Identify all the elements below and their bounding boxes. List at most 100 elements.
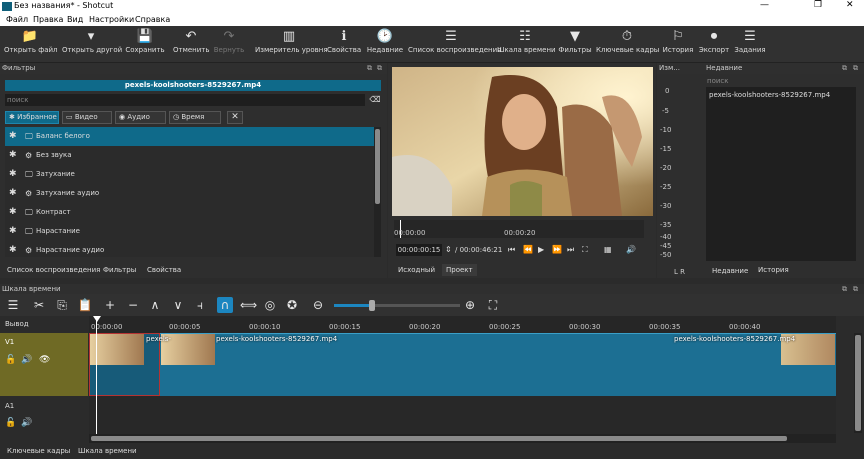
- recent-search-input[interactable]: поиск: [707, 77, 729, 85]
- scrollbar-thumb[interactable]: [375, 129, 380, 204]
- tab-keyframes[interactable]: Ключевые кадры: [7, 447, 70, 455]
- grid-icon[interactable]: ▦: [604, 244, 612, 256]
- list-item[interactable]: ✱ 🖵 Затухание: [5, 165, 375, 184]
- tab-audio[interactable]: ◉ Аудио: [115, 111, 166, 124]
- zoom-fit-icon[interactable]: ⛶: [485, 297, 501, 313]
- list-item[interactable]: ✱ 🖵 Контраст: [5, 203, 375, 222]
- scrollbar-thumb[interactable]: [855, 335, 861, 431]
- tab-history[interactable]: История: [758, 266, 789, 274]
- float-panel-icon[interactable]: ⧉: [842, 64, 847, 73]
- playhead-marker[interactable]: [93, 316, 101, 322]
- monitor-icon: 🖵: [25, 132, 33, 141]
- split-icon[interactable]: ⫞: [192, 297, 208, 313]
- list-item[interactable]: ✱ ⚙ Без звука: [5, 146, 375, 165]
- close-panel-icon[interactable]: ⧉: [853, 285, 858, 294]
- lock-icon[interactable]: 🔓: [5, 418, 16, 428]
- timeline-v-scrollbar[interactable]: [854, 333, 862, 433]
- export-button[interactable]: ⏺ Экспорт: [698, 28, 730, 61]
- open-file-button[interactable]: 📁 Открыть файл: [4, 28, 58, 61]
- scrollbar-thumb[interactable]: [91, 436, 787, 441]
- remove-filter-icon[interactable]: ✕: [227, 111, 243, 124]
- tab-time[interactable]: ◷ Время: [169, 111, 221, 124]
- timeline-ruler[interactable]: 00:00:00 00:00:05 00:00:10 00:00:15 00:0…: [89, 316, 836, 333]
- properties-button[interactable]: ℹ Свойства: [327, 28, 361, 61]
- list-item[interactable]: ✱ ⚙ Затухание аудио: [5, 184, 375, 203]
- snap-icon[interactable]: ∩: [217, 297, 233, 313]
- eye-icon[interactable]: 👁: [39, 355, 50, 365]
- menu-file[interactable]: Файл: [6, 15, 28, 24]
- timeline-h-scrollbar[interactable]: [89, 434, 836, 443]
- menu-settings[interactable]: Настройки: [89, 15, 134, 24]
- rewind-icon[interactable]: ⏪: [523, 244, 533, 256]
- minimize-button[interactable]: —: [760, 0, 769, 10]
- volume-icon[interactable]: 🔊: [626, 244, 636, 256]
- tab-recent[interactable]: Недавние: [712, 267, 748, 275]
- tab-timeline[interactable]: Шкала времени: [78, 447, 137, 455]
- mute-icon[interactable]: 🔊: [21, 355, 32, 365]
- play-icon[interactable]: ▶: [538, 244, 544, 256]
- close-button[interactable]: ✕: [846, 0, 854, 10]
- list-item[interactable]: ✱ 🖵 Нарастание: [5, 222, 375, 241]
- tab-playlist[interactable]: Список воспроизведения: [7, 266, 100, 274]
- tab-project[interactable]: Проект: [442, 264, 477, 276]
- lock-icon[interactable]: 🔓: [5, 355, 16, 365]
- overwrite-icon[interactable]: ∨: [170, 297, 186, 313]
- list-item[interactable]: ✱ ⚙ Нарастание аудио: [5, 241, 375, 257]
- paste-icon[interactable]: 📋: [77, 297, 93, 313]
- timeline-button[interactable]: ☷ Шкала времени: [497, 28, 556, 61]
- lift-icon[interactable]: ∧: [147, 297, 163, 313]
- copy-icon[interactable]: ⎘: [54, 297, 70, 313]
- menu-edit[interactable]: Правка: [33, 15, 63, 24]
- track-header-v1[interactable]: V1 🔓 🔊 👁: [0, 333, 88, 396]
- tab-favorites[interactable]: ✱ Избранное: [5, 111, 59, 124]
- current-time-field[interactable]: 00:00:00:15: [396, 244, 442, 256]
- list-item[interactable]: ✱ 🖵 Баланс белого: [5, 127, 375, 146]
- save-button[interactable]: 💾 Сохранить: [124, 28, 166, 61]
- clear-search-icon[interactable]: ⌫: [369, 94, 381, 106]
- tab-video[interactable]: ▭ Видео: [62, 111, 112, 124]
- menu-view[interactable]: Вид: [67, 15, 83, 24]
- zoom-icon[interactable]: ⛶: [582, 244, 588, 256]
- ripple-icon[interactable]: ◎: [262, 297, 278, 313]
- level-meter-button[interactable]: ▥ Измеритель уровня: [255, 28, 328, 61]
- tab-properties[interactable]: Свойства: [147, 266, 181, 274]
- list-item[interactable]: pexels-koolshooters-8529267.mp4: [709, 91, 830, 99]
- filters-button[interactable]: ▼ Фильтры: [558, 28, 592, 61]
- fast-forward-icon[interactable]: ⏩: [552, 244, 562, 256]
- zoom-out-icon[interactable]: ⊖: [310, 297, 326, 313]
- skip-next-icon[interactable]: ⏭: [567, 244, 574, 256]
- float-panel-icon[interactable]: ⧉: [842, 285, 847, 294]
- float-panel-icon[interactable]: ⧉: [367, 64, 372, 73]
- filter-list-scrollbar[interactable]: [374, 127, 381, 257]
- keyframes-button[interactable]: ⏱ Ключевые кадры: [596, 28, 659, 61]
- player-ruler[interactable]: 00:00:00 00:00:20: [394, 220, 644, 238]
- close-panel-icon[interactable]: ⧉: [853, 64, 858, 73]
- redo-button[interactable]: ↷ Вернуть: [212, 28, 246, 61]
- undo-button[interactable]: ↶ Отменить: [173, 28, 210, 61]
- zoom-in-icon[interactable]: ⊕: [462, 297, 478, 313]
- jobs-button[interactable]: ☰ Задания: [734, 28, 766, 61]
- remove-icon[interactable]: −: [125, 297, 141, 313]
- recent-button[interactable]: 🕑 Недавние: [366, 28, 404, 61]
- tab-filters[interactable]: Фильтры: [103, 266, 136, 274]
- ripple-all-icon[interactable]: ✪: [284, 297, 300, 313]
- scrub-icon[interactable]: ⟺: [240, 297, 257, 313]
- mute-icon[interactable]: 🔊: [21, 418, 32, 428]
- timeline-playhead[interactable]: [96, 316, 97, 434]
- track-header-a1[interactable]: A1 🔓 🔊: [0, 396, 88, 434]
- zoom-slider[interactable]: [334, 300, 460, 311]
- timeline-menu-icon[interactable]: ☰: [5, 297, 21, 313]
- close-panel-icon[interactable]: ⧉: [377, 64, 382, 73]
- append-icon[interactable]: +: [102, 297, 118, 313]
- tab-source[interactable]: Исходный: [398, 266, 435, 274]
- time-spinner-icon[interactable]: ⇕: [445, 244, 452, 256]
- skip-previous-icon[interactable]: ⏮: [508, 244, 515, 256]
- open-other-button[interactable]: ▾ Открыть другой: [62, 28, 122, 61]
- playlist-button[interactable]: ☰ Список воспроизведения: [408, 28, 501, 61]
- zoom-slider-handle[interactable]: [369, 300, 375, 311]
- maximize-button[interactable]: ❐: [814, 0, 822, 10]
- menu-help[interactable]: Справка: [135, 15, 170, 24]
- history-button[interactable]: ⚐ История: [662, 28, 694, 61]
- filter-search-input[interactable]: поиск: [5, 94, 365, 106]
- cut-icon[interactable]: ✂: [31, 297, 47, 313]
